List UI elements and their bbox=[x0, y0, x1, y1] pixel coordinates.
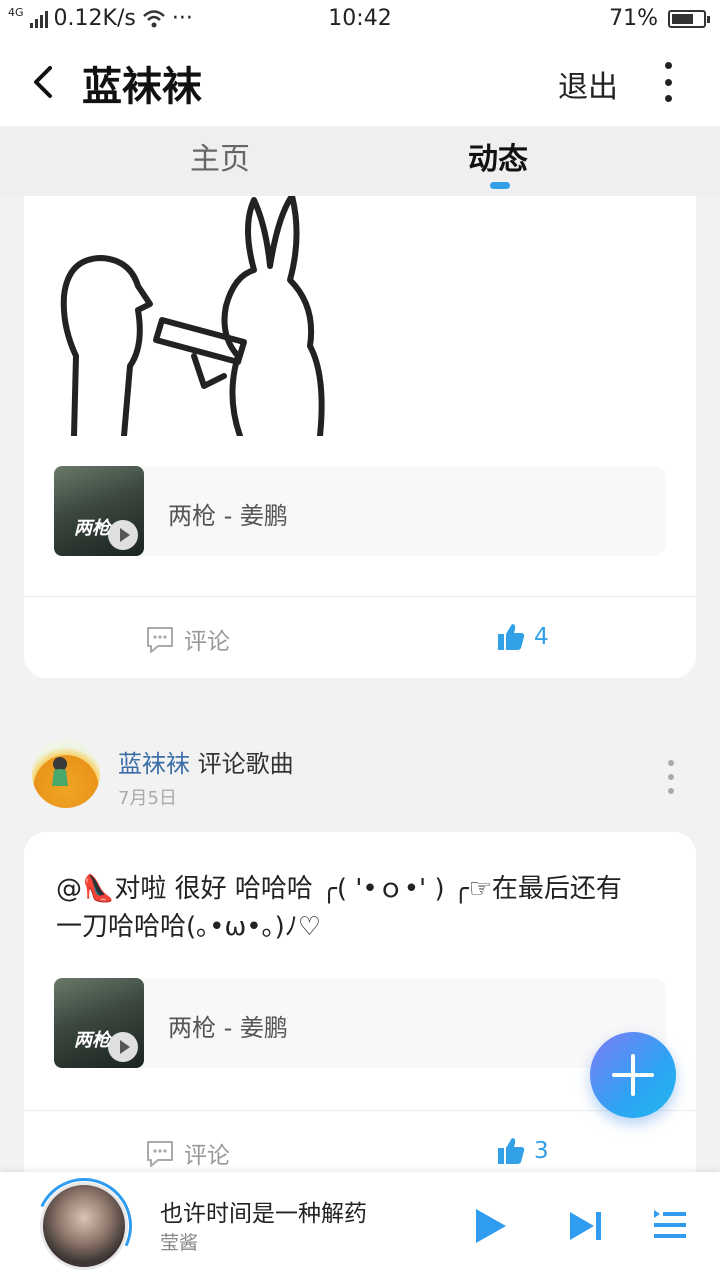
song-title: 两枪 - 姜鹏 bbox=[168, 502, 288, 530]
thumbs-up-icon bbox=[498, 624, 525, 650]
tab-feed[interactable]: 动态 bbox=[468, 134, 528, 178]
like-button[interactable]: 4 bbox=[496, 622, 549, 652]
app-header: 蓝袜袜 退出 bbox=[0, 38, 720, 126]
tab-home[interactable]: 主页 bbox=[190, 134, 250, 178]
battery-icon bbox=[668, 9, 710, 28]
play-icon[interactable] bbox=[108, 1032, 138, 1062]
like-count: 4 bbox=[534, 624, 549, 650]
back-arrow-icon[interactable] bbox=[26, 62, 62, 102]
author-name[interactable]: 蓝袜袜 bbox=[118, 750, 190, 778]
post-header: 蓝袜袜 评论歌曲 7月5日 bbox=[0, 740, 720, 820]
next-track-icon[interactable] bbox=[566, 1206, 606, 1246]
logout-button[interactable]: 退出 bbox=[558, 62, 618, 106]
play-icon[interactable] bbox=[108, 520, 138, 550]
song-cover: 两枪 bbox=[54, 978, 144, 1068]
comment-icon bbox=[147, 627, 173, 653]
comment-button[interactable]: 评论 bbox=[144, 1136, 230, 1170]
add-post-button[interactable] bbox=[590, 1032, 676, 1118]
more-options-icon[interactable] bbox=[660, 62, 676, 102]
post-text: @👠对啦 很好 哈哈哈 ╭( '•ｏ•' ) ╭☞在最后还有一刀哈哈哈(｡•ω•… bbox=[56, 874, 622, 942]
divider bbox=[24, 596, 696, 597]
post-more-icon[interactable] bbox=[668, 760, 676, 794]
song-cover: 两枪 bbox=[54, 466, 144, 556]
post-card: @👠对啦 很好 哈哈哈 ╭( '•ｏ•' ) ╭☞在最后还有一刀哈哈哈(｡•ω•… bbox=[24, 832, 696, 1192]
active-tab-indicator bbox=[490, 182, 510, 189]
battery-percent: 71% bbox=[609, 6, 658, 31]
playback-progress-ring bbox=[22, 1164, 146, 1280]
comment-button[interactable]: 评论 bbox=[144, 622, 230, 656]
song-title: 两枪 - 姜鹏 bbox=[168, 1014, 288, 1042]
divider bbox=[24, 1110, 696, 1111]
status-bar: 4G 0.12K/s ··· 10:42 71% bbox=[0, 0, 720, 38]
post-card: 两枪 两枪 - 姜鹏 评论 4 bbox=[24, 196, 696, 678]
like-button[interactable]: 3 bbox=[496, 1136, 549, 1166]
playlist-icon[interactable] bbox=[650, 1206, 690, 1246]
mini-player[interactable]: 也许时间是一种解药 莹酱 bbox=[0, 1164, 720, 1280]
tab-bar: 主页 动态 bbox=[0, 126, 720, 196]
now-playing-artist: 莹酱 bbox=[160, 1232, 199, 1254]
play-icon[interactable] bbox=[470, 1206, 510, 1246]
post-action: 评论歌曲 bbox=[197, 750, 294, 778]
sticker-image bbox=[60, 196, 325, 436]
thumbs-up-icon bbox=[498, 1138, 525, 1164]
like-count: 3 bbox=[534, 1138, 549, 1164]
post-date: 7月5日 bbox=[118, 788, 177, 809]
page-title: 蓝袜袜 bbox=[82, 64, 202, 110]
comment-label: 评论 bbox=[184, 1143, 230, 1169]
song-card[interactable]: 两枪 两枪 - 姜鹏 bbox=[54, 978, 666, 1068]
comment-label: 评论 bbox=[184, 629, 230, 655]
comment-icon bbox=[147, 1141, 173, 1167]
song-card[interactable]: 两枪 两枪 - 姜鹏 bbox=[54, 466, 666, 556]
now-playing-title: 也许时间是一种解药 bbox=[160, 1201, 367, 1227]
avatar[interactable] bbox=[32, 740, 100, 808]
